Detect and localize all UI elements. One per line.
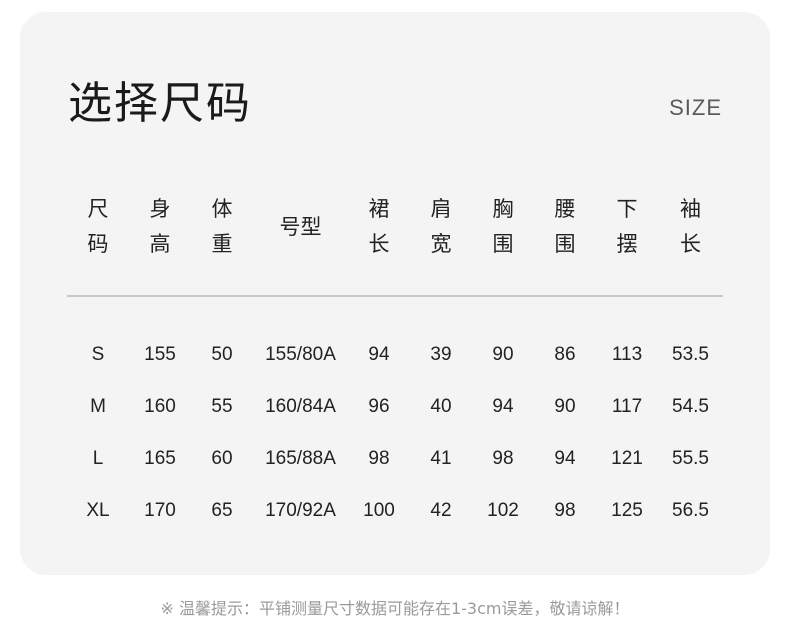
table-row: XL 170 65 170/92A 100 42 102 98 125 56.5 <box>67 485 723 537</box>
table-cell: 86 <box>554 344 576 365</box>
measurement-note: ※ 温馨提示：平铺测量尺寸数据可能存在1-3cm误差，敬请谅解！ <box>160 599 630 618</box>
header-sleeve-length: 袖长 <box>658 192 723 297</box>
table-cell: 102 <box>487 500 519 521</box>
table-cell: 39 <box>430 344 452 365</box>
table-cell: 98 <box>368 448 390 469</box>
table-cell: 155/80A <box>265 344 336 365</box>
table-cell: 54.5 <box>672 396 709 417</box>
table-cell: M <box>90 396 106 417</box>
table-cell: 94 <box>554 448 576 469</box>
table-cell: 55.5 <box>672 448 709 469</box>
table-cell: 170 <box>144 500 176 521</box>
table-cell: 165/88A <box>265 448 336 469</box>
header-hem: 下摆 <box>596 192 658 297</box>
table-cell: 50 <box>211 344 233 365</box>
header-height: 身高 <box>129 192 191 297</box>
table-cell: 53.5 <box>672 344 709 365</box>
header-shoulder-width: 肩宽 <box>410 192 472 297</box>
table-cell: 160/84A <box>265 396 336 417</box>
table-cell: S <box>91 344 105 365</box>
size-label: SIZE <box>669 95 722 120</box>
size-table: 尺码 身高 体重 号型 裙长 肩宽 胸围 腰围 下摆 袖长 S 155 50 1… <box>67 192 723 537</box>
table-cell: 170/92A <box>265 500 336 521</box>
table-cell: 113 <box>611 344 643 365</box>
table-cell: 98 <box>554 500 576 521</box>
table-cell: 96 <box>368 396 390 417</box>
header-size: 尺码 <box>67 192 129 297</box>
header-bust: 胸围 <box>472 192 534 297</box>
table-cell: 40 <box>430 396 452 417</box>
table-cell: 100 <box>363 500 395 521</box>
table-cell: 90 <box>554 396 576 417</box>
table-cell: 98 <box>492 448 514 469</box>
table-cell: 94 <box>368 344 390 365</box>
table-row: M 160 55 160/84A 96 40 94 90 117 54.5 <box>67 381 723 433</box>
table-cell: 56.5 <box>672 500 709 521</box>
table-cell: XL <box>86 500 110 521</box>
table-cell: 55 <box>211 396 233 417</box>
header-waist: 腰围 <box>534 192 596 297</box>
table-cell: 121 <box>611 448 643 469</box>
page-title: 选择尺码 <box>68 78 252 129</box>
table-cell: 65 <box>211 500 233 521</box>
table-cell: 94 <box>492 396 514 417</box>
table-cell: 60 <box>211 448 233 469</box>
header-fit-code: 号型 <box>253 192 348 297</box>
table-row: S 155 50 155/80A 94 39 90 86 113 53.5 <box>67 296 723 381</box>
table-cell: 160 <box>144 396 176 417</box>
table-cell: 165 <box>144 448 176 469</box>
table-cell: 117 <box>611 396 643 417</box>
table-cell: L <box>92 448 104 469</box>
table-header-row: 尺码 身高 体重 号型 裙长 肩宽 胸围 腰围 下摆 袖长 <box>67 192 723 297</box>
header-weight: 体重 <box>191 192 253 297</box>
table-cell: 42 <box>430 500 452 521</box>
table-cell: 125 <box>611 500 643 521</box>
table-cell: 155 <box>144 344 176 365</box>
table-cell: 90 <box>492 344 514 365</box>
table-cell: 41 <box>430 448 452 469</box>
table-row: L 165 60 165/88A 98 41 98 94 121 55.5 <box>67 433 723 485</box>
header-skirt-length: 裙长 <box>348 192 410 297</box>
